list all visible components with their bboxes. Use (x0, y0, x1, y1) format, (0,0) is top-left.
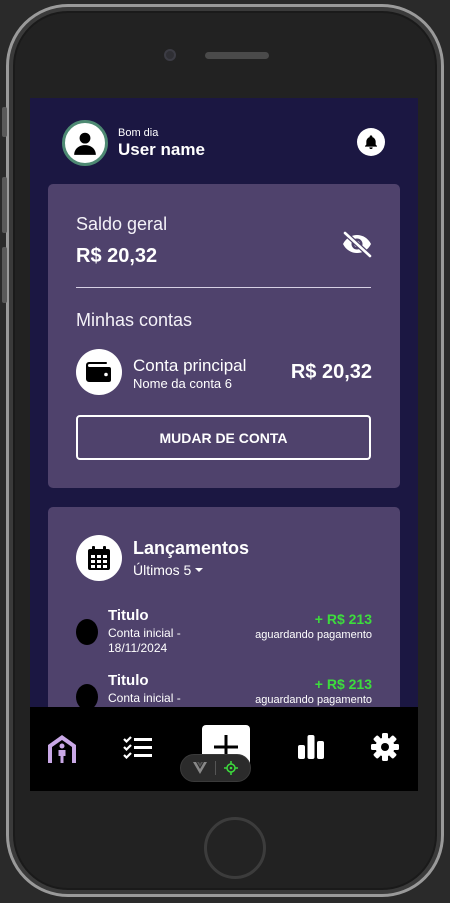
user-icon (74, 132, 96, 155)
change-account-button[interactable]: MUDAR DE CONTA (76, 415, 371, 460)
greeting-text: Bom dia (118, 126, 159, 139)
earpiece-speaker (205, 52, 269, 59)
transaction-value: + R$ 213 (314, 676, 372, 692)
mute-switch (2, 107, 7, 137)
caret-down-icon (195, 568, 204, 572)
pill-divider (215, 761, 216, 775)
account-amount: R$ 20,32 (290, 361, 372, 383)
launches-avatar (76, 535, 122, 581)
account-name: Conta principal (133, 356, 247, 375)
volume-up-button (2, 177, 7, 233)
front-camera (164, 49, 176, 61)
account-subtitle: Nome da conta 6 (133, 376, 233, 391)
bottom-navigation (30, 707, 418, 791)
transaction-title: Titulo (108, 672, 149, 689)
nav-reports-button[interactable] (298, 735, 324, 764)
my-accounts-label: Minhas contas (76, 310, 193, 330)
debug-toolbar[interactable] (180, 754, 251, 782)
bell-icon (365, 135, 377, 149)
vue-logo-icon (193, 762, 207, 774)
hide-balance-button[interactable] (341, 230, 373, 263)
divider (76, 287, 371, 288)
user-name: User name (118, 139, 205, 159)
launches-filter-dropdown[interactable]: Últimos 5 (133, 562, 204, 578)
transaction-title: Titulo (108, 607, 149, 624)
header: Bom dia User name (62, 120, 205, 166)
nav-home-button[interactable] (46, 733, 78, 768)
home-button[interactable] (204, 817, 266, 879)
transaction-status: aguardando pagamento (255, 629, 372, 641)
avatar[interactable] (62, 120, 108, 166)
nav-tasks-button[interactable] (123, 735, 153, 764)
balance-amount: R$ 20,32 (76, 245, 158, 267)
inspect-target-icon (224, 761, 238, 775)
calendar-icon (88, 546, 110, 570)
notifications-button[interactable] (357, 128, 385, 156)
filter-label: Últimos 5 (133, 562, 192, 578)
home-person-icon (48, 735, 76, 763)
balance-label: Saldo geral (76, 214, 168, 234)
checklist-icon (123, 736, 152, 760)
nav-settings-button[interactable] (371, 733, 399, 766)
volume-down-button (2, 247, 7, 303)
gear-icon (371, 733, 399, 761)
launches-title: Lançamentos (133, 538, 250, 558)
bar-chart-icon (298, 735, 324, 759)
eye-off-icon (343, 231, 372, 258)
transaction-row[interactable]: Titulo Conta inicial - 18/11/2024 + R$ 2… (48, 607, 400, 667)
transaction-category-icon (76, 619, 98, 645)
transaction-status: aguardando pagamento (255, 694, 372, 706)
app-screen: Bom dia User name Saldo geral R$ 20,32 M… (30, 98, 418, 791)
transaction-description: Conta inicial - 18/11/2024 (108, 626, 181, 655)
transaction-description: Conta inicial - (108, 691, 181, 705)
transaction-value: + R$ 213 (314, 611, 372, 627)
wallet-icon (86, 362, 111, 382)
account-avatar (76, 349, 122, 395)
balance-card: Saldo geral R$ 20,32 Minhas contas Conta… (48, 184, 400, 488)
